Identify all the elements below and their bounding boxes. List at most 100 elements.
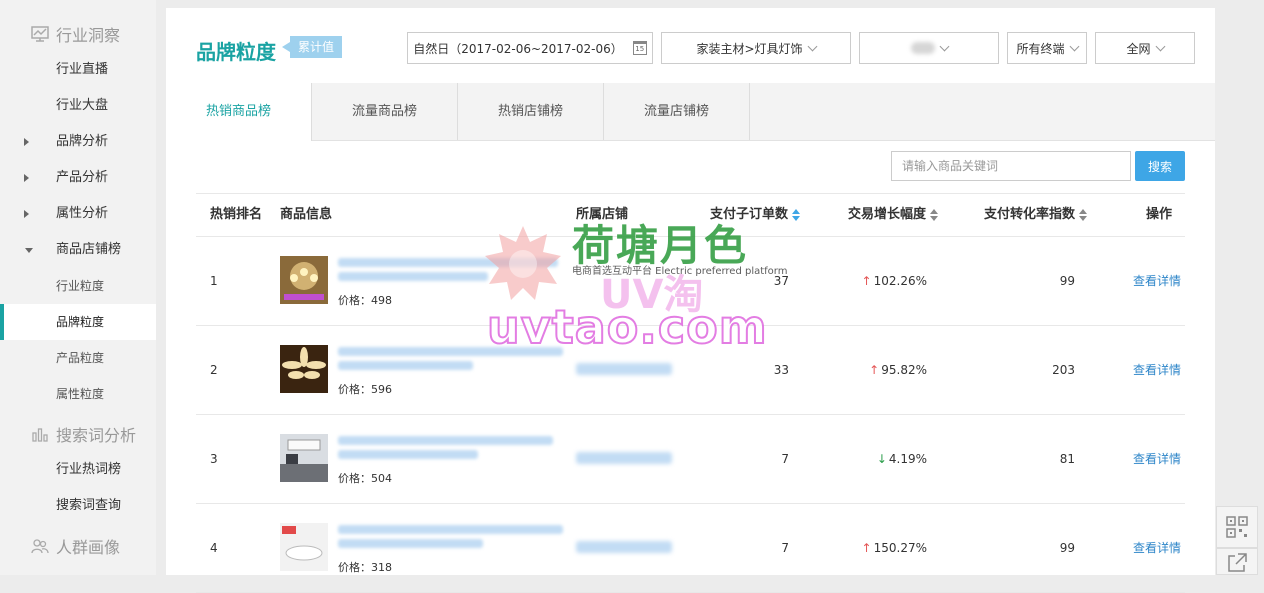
date-range-value: 自然日（2017-02-06~2017-02-06） <box>413 41 623 56</box>
sidebar-item-label: 品牌粒度 <box>56 315 105 329</box>
caret-down-icon <box>25 248 33 253</box>
cumulative-badge: 累计值 <box>281 36 343 58</box>
brand-select[interactable] <box>859 32 999 64</box>
table-header: 热销排名 商品信息 所属店铺 支付子订单数 交易增长幅度 支付转化率指数 操作 <box>196 193 1185 237</box>
view-details-link[interactable]: 查看详情 <box>1133 414 1181 503</box>
growth-value: 102.26% <box>873 273 927 288</box>
orders-cell: 7 <box>781 540 789 555</box>
shop-name-redacted[interactable] <box>576 452 672 464</box>
sidebar-item-brand-granularity[interactable]: 品牌粒度 <box>0 304 156 340</box>
product-name-redacted[interactable] <box>338 525 568 553</box>
sidebar-group-audience[interactable]: 人群画像 <box>0 528 156 564</box>
arrow-up-icon: ↑ <box>861 273 872 288</box>
sidebar-group-label: 搜索词分析 <box>56 426 137 445</box>
product-thumbnail[interactable] <box>280 345 328 393</box>
view-details-link[interactable]: 查看详情 <box>1133 325 1181 414</box>
sidebar-item-brand-analysis[interactable]: 品牌分析 <box>0 124 156 160</box>
page-title: 品牌粒度 <box>196 40 276 64</box>
rank-cell: 4 <box>210 540 218 555</box>
share-button[interactable] <box>1216 548 1258 575</box>
conversion-cell: 99 <box>1059 273 1075 288</box>
product-thumbnail[interactable] <box>280 434 328 482</box>
growth-value: 150.27% <box>873 540 927 555</box>
network-value: 全网 <box>1126 41 1151 56</box>
growth-cell: ↑ 150.27% <box>836 503 927 592</box>
header-orders[interactable]: 支付子订单数 <box>710 194 801 236</box>
sidebar-item-industry-overview[interactable]: 行业大盘 <box>0 88 156 124</box>
shop-name-redacted[interactable] <box>576 363 672 375</box>
header-growth[interactable]: 交易增长幅度 <box>848 194 939 236</box>
terminal-value: 所有终端 <box>1016 41 1065 56</box>
qr-code-button[interactable] <box>1216 506 1258 548</box>
rank-cell: 3 <box>210 451 218 466</box>
product-name-redacted[interactable] <box>338 258 568 286</box>
sort-icon <box>930 208 939 221</box>
arrow-up-icon: ↑ <box>861 540 872 555</box>
chevron-down-icon <box>1069 41 1079 51</box>
sidebar-item-label: 品牌分析 <box>56 134 109 149</box>
network-select[interactable]: 全网 <box>1095 32 1195 64</box>
shop-name-redacted[interactable] <box>576 541 672 553</box>
search-button[interactable]: 搜索 <box>1135 151 1185 181</box>
sidebar-item-industry-live[interactable]: 行业直播 <box>0 52 156 88</box>
sidebar-item-label: 属性分析 <box>56 206 109 221</box>
sidebar: 行业洞察 行业直播 行业大盘 品牌分析 产品分析 属性分析 商品店铺榜 行业粒度… <box>0 0 156 575</box>
rank-cell: 2 <box>210 362 218 377</box>
arrow-down-icon: ↓ <box>876 451 887 466</box>
sidebar-item-product-granularity[interactable]: 产品粒度 <box>0 340 156 376</box>
sort-icon <box>792 208 801 221</box>
qr-code-icon <box>1226 516 1248 538</box>
header-conversion[interactable]: 支付转化率指数 <box>984 194 1088 236</box>
sort-icon <box>1079 208 1088 221</box>
chevron-down-icon <box>1155 41 1165 51</box>
tab-traffic-shops[interactable]: 流量店铺榜 <box>604 83 750 140</box>
caret-right-icon <box>24 210 29 218</box>
sidebar-item-industry-granularity[interactable]: 行业粒度 <box>0 268 156 304</box>
header-growth-label: 交易增长幅度 <box>848 207 927 222</box>
sidebar-group-label: 行业洞察 <box>56 26 121 45</box>
sidebar-item-product-shop-rank[interactable]: 商品店铺榜 <box>0 232 156 268</box>
main-panel: 品牌粒度 累计值 自然日（2017-02-06~2017-02-06） 15 家… <box>166 8 1215 593</box>
growth-cell: ↓ 4.19% <box>836 414 927 503</box>
caret-right-icon <box>24 174 29 182</box>
date-range-picker[interactable]: 自然日（2017-02-06~2017-02-06） 15 <box>407 32 653 64</box>
product-thumbnail[interactable] <box>280 256 328 304</box>
calendar-icon: 15 <box>632 41 647 55</box>
chevron-down-icon <box>939 41 949 51</box>
sidebar-item-label: 行业热词榜 <box>56 462 122 477</box>
sidebar-item-hot-words[interactable]: 行业热词榜 <box>0 452 156 488</box>
table-row: 1 价格：498 37 ↑ 102.26% 99 查看详情 <box>196 236 1185 326</box>
sidebar-item-attribute-granularity[interactable]: 属性粒度 <box>0 376 156 412</box>
tab-hot-products[interactable]: 热销商品榜 <box>166 83 312 141</box>
conversion-cell: 99 <box>1059 540 1075 555</box>
conversion-cell: 203 <box>1052 362 1075 377</box>
sidebar-item-attribute-analysis[interactable]: 属性分析 <box>0 196 156 232</box>
sidebar-item-label: 行业粒度 <box>56 279 105 293</box>
sidebar-item-label: 属性粒度 <box>56 387 105 401</box>
product-price: 价格：596 <box>338 383 392 396</box>
table-row: 3 价格：504 7 ↓ 4.19% 81 查看详情 <box>196 414 1185 504</box>
arrow-up-icon: ↑ <box>869 362 880 377</box>
product-name-redacted[interactable] <box>338 347 568 375</box>
product-name-redacted[interactable] <box>338 436 568 464</box>
sidebar-group-label: 人群画像 <box>56 538 121 557</box>
bar-chart-icon <box>30 424 50 444</box>
view-details-link[interactable]: 查看详情 <box>1133 236 1181 325</box>
terminal-select[interactable]: 所有终端 <box>1007 32 1087 64</box>
growth-cell: ↑ 95.82% <box>836 325 927 414</box>
product-price: 价格：504 <box>338 472 392 485</box>
product-thumbnail[interactable] <box>280 523 328 571</box>
category-select[interactable]: 家装主材>灯具灯饰 <box>661 32 851 64</box>
sidebar-item-word-query[interactable]: 搜索词查询 <box>0 488 156 524</box>
sidebar-item-product-analysis[interactable]: 产品分析 <box>0 160 156 196</box>
view-details-link[interactable]: 查看详情 <box>1133 503 1181 592</box>
sidebar-group-search-terms[interactable]: 搜索词分析 <box>0 416 156 452</box>
sidebar-item-label: 行业直播 <box>56 62 109 77</box>
header-product: 商品信息 <box>280 207 333 222</box>
sidebar-group-industry[interactable]: 行业洞察 <box>0 16 156 52</box>
header-rank: 热销排名 <box>210 207 263 222</box>
blurred-brand-value <box>910 42 935 54</box>
tab-hot-shops[interactable]: 热销店铺榜 <box>458 83 604 140</box>
search-input[interactable] <box>891 151 1131 181</box>
tab-traffic-products[interactable]: 流量商品榜 <box>312 83 458 140</box>
